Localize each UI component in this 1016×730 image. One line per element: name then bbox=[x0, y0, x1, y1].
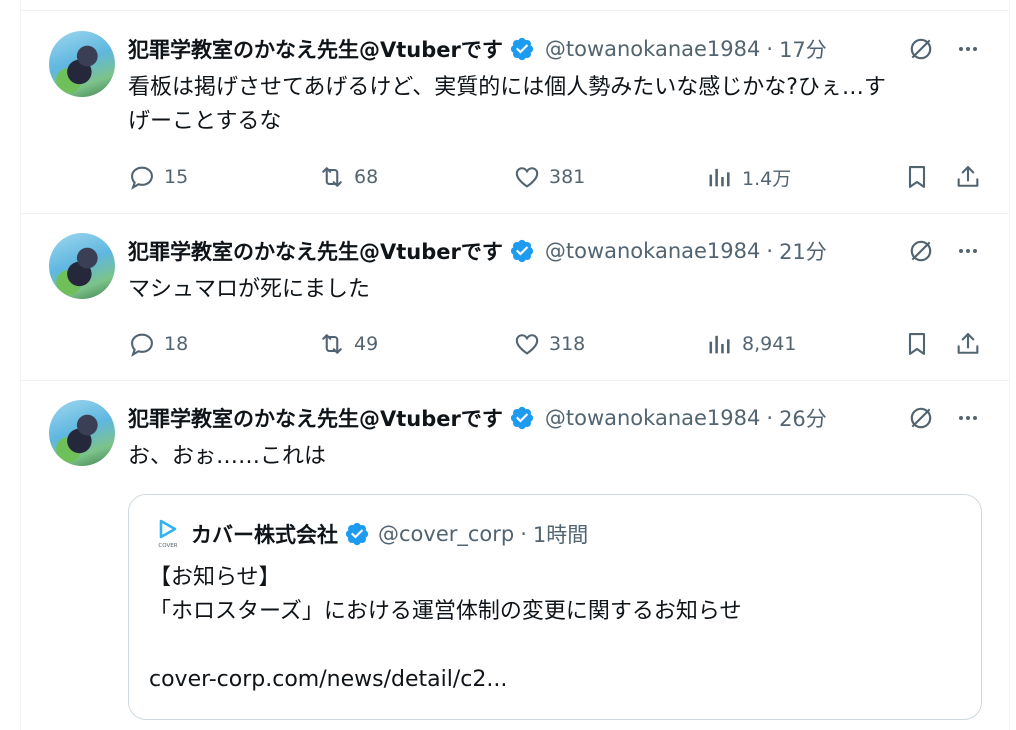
tweet-text: 看板は掲げさせてあげるけど、実質的には個人勢みたいな感じかな?ひぇ…す げーこと… bbox=[128, 71, 978, 139]
views-count: 8,941 bbox=[742, 333, 797, 355]
separator-dot: · bbox=[766, 37, 774, 61]
repost-icon bbox=[322, 167, 342, 187]
tweet-actions: 18 49 318 8,941 bbox=[128, 329, 988, 359]
display-name[interactable]: 犯罪学教室のかなえ先生@Vtuberです bbox=[128, 34, 503, 64]
bookmark-icon bbox=[908, 333, 926, 355]
grok-icon[interactable] bbox=[906, 403, 936, 433]
avatar[interactable] bbox=[49, 400, 115, 466]
timeline: 犯罪学教室のかなえ先生@Vtuberです @towanokanae1984 · … bbox=[20, 0, 1010, 730]
quoted-display-name[interactable]: カバー株式会社 bbox=[191, 519, 338, 549]
timestamp[interactable]: 17分 bbox=[779, 34, 827, 64]
views-button[interactable]: 8,941 bbox=[706, 329, 796, 359]
user-handle[interactable]: @towanokanae1984 bbox=[545, 239, 761, 263]
tweet[interactable]: 犯罪学教室のかなえ先生@Vtuberです @towanokanae1984 · … bbox=[21, 213, 1009, 381]
tweet-header: 犯罪学教室のかなえ先生@Vtuberです @towanokanae1984 · … bbox=[128, 236, 827, 266]
more-icon[interactable] bbox=[953, 403, 983, 433]
tweet-text-line: 看板は掲げさせてあげるけど、実質的には個人勢みたいな感じかな?ひぇ…す bbox=[128, 75, 886, 100]
verified-badge-icon[interactable] bbox=[344, 521, 370, 547]
tweet-header: 犯罪学教室のかなえ先生@Vtuberです @towanokanae1984 · … bbox=[128, 403, 827, 433]
user-handle[interactable]: @towanokanae1984 bbox=[545, 406, 761, 430]
timestamp[interactable]: 21分 bbox=[779, 236, 827, 266]
more-icon[interactable] bbox=[953, 236, 983, 266]
timestamp[interactable]: 26分 bbox=[779, 403, 827, 433]
quoted-link[interactable]: cover-corp.com/news/detail/c2... bbox=[149, 663, 969, 697]
repost-button[interactable]: 68 bbox=[318, 162, 378, 192]
tweet-text: マシュマロが死にました bbox=[128, 273, 978, 307]
repost-count: 68 bbox=[354, 166, 379, 188]
like-icon bbox=[515, 334, 539, 355]
grok-icon[interactable] bbox=[906, 34, 936, 64]
repost-icon bbox=[322, 334, 342, 354]
share-button[interactable] bbox=[954, 329, 982, 359]
like-count: 381 bbox=[549, 166, 586, 188]
share-icon bbox=[957, 333, 979, 354]
verified-badge-icon[interactable] bbox=[509, 238, 535, 264]
views-button[interactable]: 1.4万 bbox=[706, 162, 791, 192]
tweet-text-line: マシュマロが死にました bbox=[128, 277, 371, 302]
verified-badge-icon[interactable] bbox=[509, 36, 535, 62]
avatar[interactable] bbox=[49, 31, 115, 97]
verified-badge-icon[interactable] bbox=[509, 405, 535, 431]
tweet[interactable]: 犯罪学教室のかなえ先生@Vtuberです @towanokanae1984 · … bbox=[21, 11, 1009, 214]
quoted-tweet-header: COVER カバー株式会社 @cover_corp · 1時間 bbox=[155, 519, 588, 549]
more-icon[interactable] bbox=[953, 34, 983, 64]
quoted-timestamp[interactable]: 1時間 bbox=[533, 519, 588, 549]
quoted-tweet-text: 【お知らせ】 「ホロスターズ」における運営体制の変更に関するお知らせ cover… bbox=[149, 561, 969, 697]
views-count: 1.4万 bbox=[742, 167, 792, 190]
tweet-text-line: げーことするな bbox=[128, 109, 282, 134]
reply-count: 15 bbox=[164, 166, 189, 188]
grok-icon[interactable] bbox=[906, 236, 936, 266]
tweet-actions: 15 68 381 1.4万 bbox=[128, 162, 988, 192]
like-button[interactable]: 318 bbox=[513, 329, 585, 359]
views-icon bbox=[709, 168, 730, 187]
tweet-text-line: お、おぉ……これは bbox=[128, 444, 327, 469]
views-icon bbox=[709, 335, 730, 354]
cover-logo-text: COVER bbox=[158, 543, 177, 549]
bookmark-icon bbox=[908, 166, 926, 188]
tweet-header: 犯罪学教室のかなえ先生@Vtuberです @towanokanae1984 · … bbox=[128, 34, 827, 64]
reply-count: 18 bbox=[164, 333, 189, 355]
reply-button[interactable]: 15 bbox=[128, 162, 188, 192]
share-button[interactable] bbox=[954, 162, 982, 192]
separator-dot: · bbox=[766, 239, 774, 263]
quoted-text-line bbox=[149, 629, 969, 663]
separator-dot: · bbox=[766, 406, 774, 430]
avatar[interactable] bbox=[49, 233, 115, 299]
reply-icon bbox=[131, 166, 153, 190]
display-name[interactable]: 犯罪学教室のかなえ先生@Vtuberです bbox=[128, 236, 503, 266]
separator-dot: · bbox=[520, 522, 527, 546]
bookmark-button[interactable] bbox=[903, 329, 931, 359]
share-icon bbox=[957, 166, 979, 187]
cover-logo[interactable]: COVER bbox=[155, 518, 181, 550]
like-icon bbox=[515, 167, 539, 188]
quoted-text-line: 「ホロスターズ」における運営体制の変更に関するお知らせ bbox=[149, 599, 742, 624]
quoted-tweet[interactable]: COVER カバー株式会社 @cover_corp · 1時間 【お知らせ】 「… bbox=[128, 494, 982, 720]
user-handle[interactable]: @towanokanae1984 bbox=[545, 37, 761, 61]
quoted-user-handle[interactable]: @cover_corp bbox=[378, 522, 514, 546]
reply-button[interactable]: 18 bbox=[128, 329, 188, 359]
repost-button[interactable]: 49 bbox=[318, 329, 378, 359]
bookmark-button[interactable] bbox=[903, 162, 931, 192]
quoted-text-line: 【お知らせ】 bbox=[149, 565, 281, 590]
reply-icon bbox=[131, 333, 153, 357]
tweet-text: お、おぉ……これは bbox=[128, 440, 978, 474]
repost-count: 49 bbox=[354, 333, 379, 355]
like-button[interactable]: 381 bbox=[513, 162, 585, 192]
like-count: 318 bbox=[549, 333, 586, 355]
display-name[interactable]: 犯罪学教室のかなえ先生@Vtuberです bbox=[128, 403, 503, 433]
